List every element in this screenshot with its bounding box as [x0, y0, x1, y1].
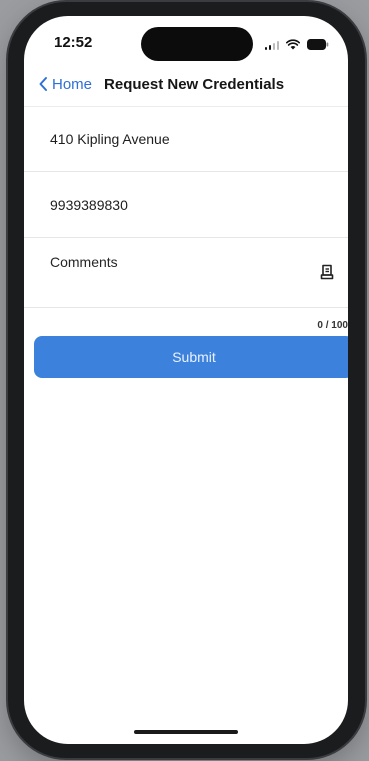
document-icon[interactable]: [320, 264, 334, 280]
address-value: 410 Kipling Avenue: [50, 130, 170, 147]
screen: 12:52 Home Request New Credentials 410 K…: [24, 16, 348, 744]
credentials-form: 410 Kipling Avenue 9939389830 Comments 0…: [24, 106, 348, 378]
back-button[interactable]: Home: [38, 76, 92, 93]
status-icons: [264, 36, 330, 50]
navigation-bar: Home Request New Credentials: [24, 62, 348, 107]
submit-label: Submit: [172, 349, 216, 365]
home-indicator[interactable]: [134, 730, 238, 734]
chevron-left-icon: [39, 77, 47, 91]
signal-icon: [264, 40, 279, 50]
phone-field[interactable]: 9939389830: [24, 172, 348, 238]
address-field[interactable]: 410 Kipling Avenue: [24, 106, 348, 172]
page-title: Request New Credentials: [104, 75, 285, 93]
battery-icon: [307, 39, 329, 50]
back-label: Home: [52, 75, 93, 93]
status-bar: 12:52: [24, 16, 348, 62]
comments-field[interactable]: Comments: [24, 238, 348, 308]
status-time: 12:52: [54, 34, 93, 51]
wifi-icon: [286, 39, 300, 50]
comments-placeholder: Comments: [50, 254, 118, 270]
character-counter: 0 / 100: [317, 320, 348, 331]
phone-value: 9939389830: [50, 196, 128, 213]
phone-frame: 12:52 Home Request New Credentials 410 K…: [8, 2, 365, 758]
submit-button[interactable]: Submit: [34, 336, 348, 378]
dynamic-island: [141, 27, 253, 61]
